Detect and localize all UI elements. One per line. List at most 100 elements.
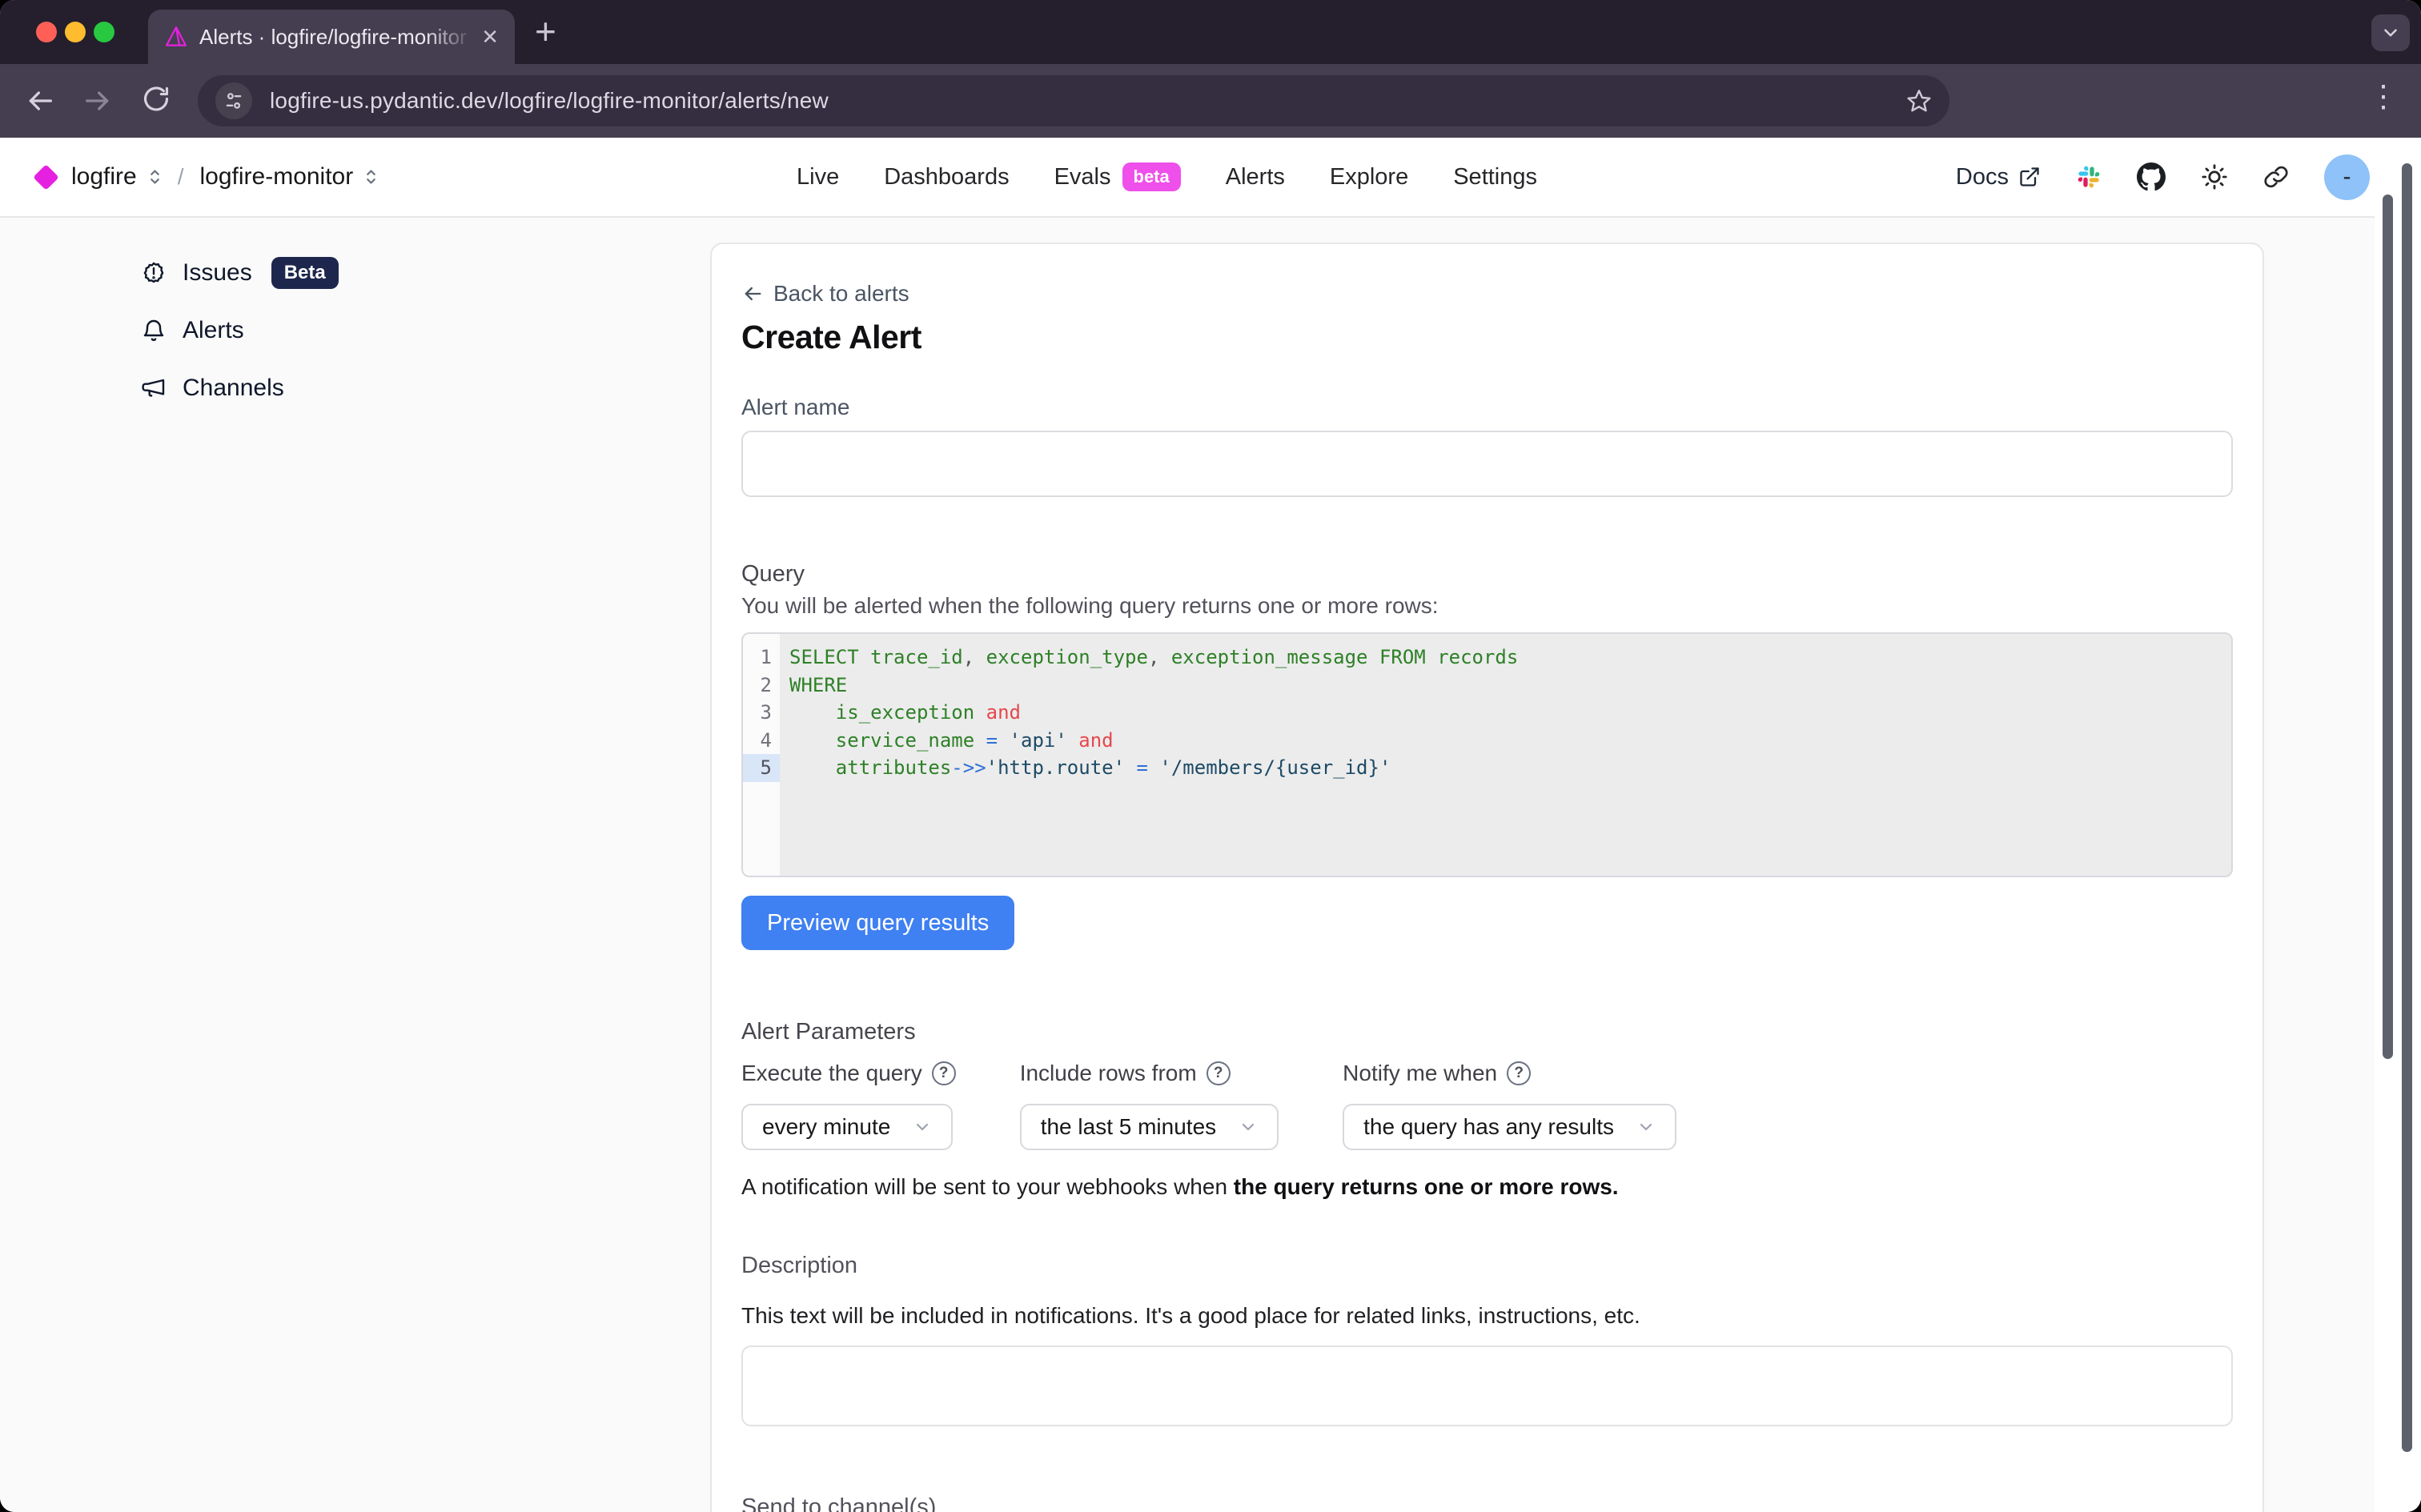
main-nav: Live Dashboards Evalsbeta Alerts Explore Sett… xyxy=(797,162,1537,191)
note-bold: the query returns one or more rows. xyxy=(1234,1174,1619,1199)
nav-item-label: Settings xyxy=(1453,164,1537,191)
issues-icon xyxy=(141,260,167,286)
sql-query-editor[interactable]: 12345 SELECT trace_id, exception_type, e… xyxy=(741,632,2233,877)
alert-name-label: Alert name xyxy=(741,395,2233,420)
nav-item-evals[interactable]: Evalsbeta xyxy=(1054,162,1181,191)
tab-close-icon[interactable]: ✕ xyxy=(481,25,499,50)
chevron-down-icon xyxy=(2380,22,2401,43)
sidebar-item-channels[interactable]: Channels xyxy=(141,371,339,406)
nav-item-label: Dashboards xyxy=(884,164,1009,191)
code-line: WHERE xyxy=(789,672,2231,700)
line-number: 2 xyxy=(743,672,780,700)
site-settings-icon[interactable] xyxy=(215,82,252,119)
sidebar-item-label: Channels xyxy=(183,375,284,402)
content-scrollbar-thumb[interactable] xyxy=(2383,195,2393,1059)
code-line: attributes->>'http.route' = '/members/{u… xyxy=(789,754,2231,782)
sidebar: IssuesBeta Alerts Channels xyxy=(141,255,339,406)
help-icon[interactable]: ? xyxy=(1206,1061,1231,1085)
param-label: Execute the query? xyxy=(741,1061,956,1086)
breadcrumb: logfire / logfire-monitor xyxy=(32,163,378,191)
url-bar[interactable]: logfire-us.pydantic.dev/logfire/logfire-… xyxy=(198,75,1949,126)
help-icon[interactable]: ? xyxy=(932,1061,956,1085)
chevron-down-icon xyxy=(1636,1117,1656,1137)
org-caret-icon[interactable] xyxy=(148,166,162,187)
browser-menu-icon[interactable]: ⋮ xyxy=(2368,78,2399,114)
external-link-icon xyxy=(2018,166,2041,188)
query-subtitle: You will be alerted when the following q… xyxy=(741,593,2233,619)
editor-code[interactable]: SELECT trace_id, exception_type, excepti… xyxy=(780,634,2231,876)
page-body: IssuesBeta Alerts Channels Back to alerts … xyxy=(0,219,2421,1512)
nav-item-dashboards[interactable]: Dashboards xyxy=(884,164,1009,191)
docs-link[interactable]: Docs xyxy=(1956,164,2041,191)
close-window-button[interactable] xyxy=(36,22,57,42)
browser-toolbar: logfire-us.pydantic.dev/logfire/logfire-… xyxy=(0,64,2421,138)
help-icon[interactable]: ? xyxy=(1507,1061,1531,1085)
browser-tab[interactable]: Alerts · logfire/logfire-monitor ✕ xyxy=(148,10,515,64)
forward-button[interactable] xyxy=(82,85,114,117)
param-select-value: the query has any results xyxy=(1363,1114,1614,1140)
nav-item-alerts[interactable]: Alerts xyxy=(1226,164,1285,191)
nav-item-settings[interactable]: Settings xyxy=(1453,164,1537,191)
param-select-value: every minute xyxy=(762,1114,890,1140)
slack-icon[interactable] xyxy=(2076,164,2102,190)
new-tab-button[interactable]: + xyxy=(535,10,556,53)
sidebar-item-alerts[interactable]: Alerts xyxy=(141,313,339,348)
param-label: Include rows from? xyxy=(1020,1061,1279,1086)
app-header: logfire / logfire-monitor Live Dashboards… xyxy=(0,138,2421,218)
param-select[interactable]: every minute xyxy=(741,1104,953,1150)
channels-heading: Send to channel(s) xyxy=(741,1494,2233,1512)
line-number: 3 xyxy=(743,699,780,727)
back-to-alerts-link[interactable]: Back to alerts xyxy=(741,281,2233,307)
tab-strip: Alerts · logfire/logfire-monitor ✕ + xyxy=(0,0,2421,64)
nav-item-label: Evals xyxy=(1054,164,1111,191)
avatar[interactable]: - xyxy=(2324,154,2370,200)
header-actions: Docs - xyxy=(1956,154,2370,200)
org-selector[interactable]: logfire xyxy=(71,163,137,191)
maximize-window-button[interactable] xyxy=(94,22,114,42)
project-caret-icon[interactable] xyxy=(364,166,378,187)
page-title: Create Alert xyxy=(741,319,2233,356)
sidebar-item-issues[interactable]: IssuesBeta xyxy=(141,255,339,291)
note-prefix: A notification will be sent to your webh… xyxy=(741,1174,1234,1199)
url-text[interactable]: logfire-us.pydantic.dev/logfire/logfire-… xyxy=(270,88,829,114)
arrow-left-icon xyxy=(741,283,764,305)
code-line: is_exception and xyxy=(789,699,2231,727)
back-label: Back to alerts xyxy=(773,281,909,307)
tab-search-button[interactable] xyxy=(2371,14,2410,51)
window-scrollbar-thumb[interactable] xyxy=(2402,163,2412,1452)
theme-toggle-sun-icon[interactable] xyxy=(2201,163,2228,191)
reload-button[interactable] xyxy=(141,85,171,115)
github-icon[interactable] xyxy=(2137,162,2166,191)
minimize-window-button[interactable] xyxy=(65,22,86,42)
bookmark-star-icon[interactable] xyxy=(1906,88,1932,114)
create-alert-card: Back to alerts Create Alert Alert name Q… xyxy=(710,243,2264,1512)
param-select[interactable]: the last 5 minutes xyxy=(1020,1104,1279,1150)
description-heading: Description xyxy=(741,1253,2233,1279)
nav-item-explore[interactable]: Explore xyxy=(1330,164,1408,191)
nav-item-label: Alerts xyxy=(1226,164,1285,191)
nav-item-label: Explore xyxy=(1330,164,1408,191)
description-textarea[interactable] xyxy=(741,1346,2233,1426)
code-line: service_name = 'api' and xyxy=(789,727,2231,755)
line-number: 4 xyxy=(743,727,780,755)
description-helper: This text will be included in notificati… xyxy=(741,1303,2233,1329)
favicon-logfire-icon xyxy=(164,25,188,49)
breadcrumb-separator: / xyxy=(178,164,184,190)
sidebar-item-label: Issues xyxy=(183,259,252,287)
alert-name-input[interactable] xyxy=(741,431,2233,497)
nav-item-live[interactable]: Live xyxy=(797,164,839,191)
line-number: 1 xyxy=(743,644,780,672)
share-link-icon[interactable] xyxy=(2263,164,2289,190)
code-line: SELECT trace_id, exception_type, excepti… xyxy=(789,644,2231,672)
tab-title: Alerts · logfire/logfire-monitor xyxy=(199,25,475,50)
project-selector[interactable]: logfire-monitor xyxy=(200,163,354,191)
sidebar-item-label: Alerts xyxy=(183,317,244,344)
param-field: Notify me when?the query has any results xyxy=(1343,1061,1676,1150)
preview-query-results-button[interactable]: Preview query results xyxy=(741,896,1014,950)
param-select-value: the last 5 minutes xyxy=(1041,1114,1216,1140)
scrollbar-rail xyxy=(2375,215,2421,1512)
param-select[interactable]: the query has any results xyxy=(1343,1104,1676,1150)
browser-window: Alerts · logfire/logfire-monitor ✕ + log… xyxy=(0,0,2421,1512)
back-button[interactable] xyxy=(24,85,56,117)
bell-icon xyxy=(141,318,167,343)
